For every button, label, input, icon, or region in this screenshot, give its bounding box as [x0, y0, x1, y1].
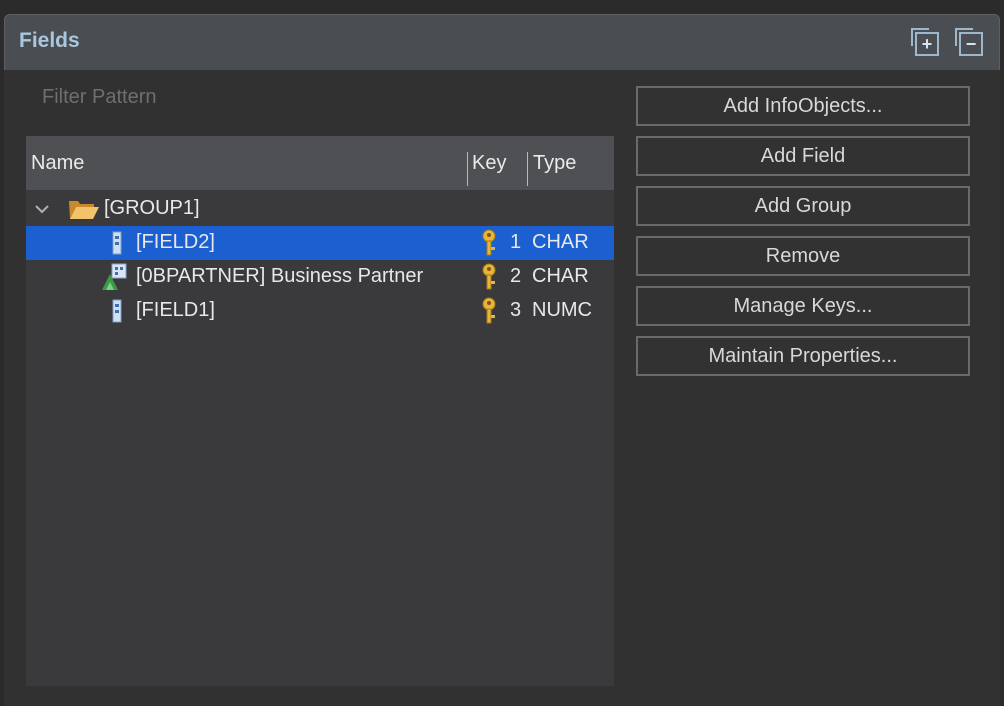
fields-tree[interactable]: Name Key Type [GROUP1] [FIELD2] 1 CHAR [… — [26, 136, 614, 686]
section-title: Fields — [19, 29, 80, 52]
remove-button[interactable]: Remove — [636, 236, 970, 276]
field-type: NUMC — [532, 299, 592, 321]
column-header-name[interactable]: Name — [31, 152, 84, 175]
field-type: CHAR — [532, 231, 589, 253]
section-header: Fields + − — [4, 14, 1000, 70]
collapse-all-icon[interactable]: − — [955, 28, 983, 56]
infoobject-icon — [102, 263, 127, 290]
add-group-button[interactable]: Add Group — [636, 186, 970, 226]
key-icon — [482, 297, 496, 324]
tree-row-0bpartner[interactable]: [0BPARTNER] Business Partner 2 CHAR — [26, 260, 614, 294]
tree-group-row[interactable]: [GROUP1] — [26, 192, 614, 226]
chevron-down-icon[interactable] — [34, 201, 50, 217]
field-name: [FIELD2] — [136, 231, 215, 253]
field-key: 3 — [510, 299, 522, 321]
filter-input[interactable] — [30, 80, 602, 114]
open-folder-icon — [69, 201, 99, 219]
field-key: 1 — [510, 231, 522, 253]
column-divider[interactable] — [467, 152, 468, 186]
field-key: 2 — [510, 265, 522, 287]
column-divider[interactable] — [527, 152, 528, 186]
manage-keys-button[interactable]: Manage Keys... — [636, 286, 970, 326]
add-infoobjects-button[interactable]: Add InfoObjects... — [636, 86, 970, 126]
expand-all-icon[interactable]: + — [911, 28, 939, 56]
field-icon — [112, 231, 122, 255]
field-icon — [112, 299, 122, 323]
field-name: [0BPARTNER] Business Partner — [136, 265, 424, 287]
key-icon — [482, 263, 496, 290]
group-label: [GROUP1] — [104, 197, 200, 219]
maintain-properties-button[interactable]: Maintain Properties... — [636, 336, 970, 376]
field-name: [FIELD1] — [136, 299, 215, 321]
column-header-type[interactable]: Type — [533, 152, 576, 175]
tree-row-field1[interactable]: [FIELD1] 3 NUMC — [26, 294, 614, 328]
key-icon — [482, 229, 496, 256]
field-type: CHAR — [532, 265, 589, 287]
column-header-key[interactable]: Key — [472, 152, 506, 175]
tree-row-field2[interactable]: [FIELD2] 1 CHAR — [26, 226, 614, 260]
tree-header: Name Key Type — [26, 136, 614, 190]
add-field-button[interactable]: Add Field — [636, 136, 970, 176]
